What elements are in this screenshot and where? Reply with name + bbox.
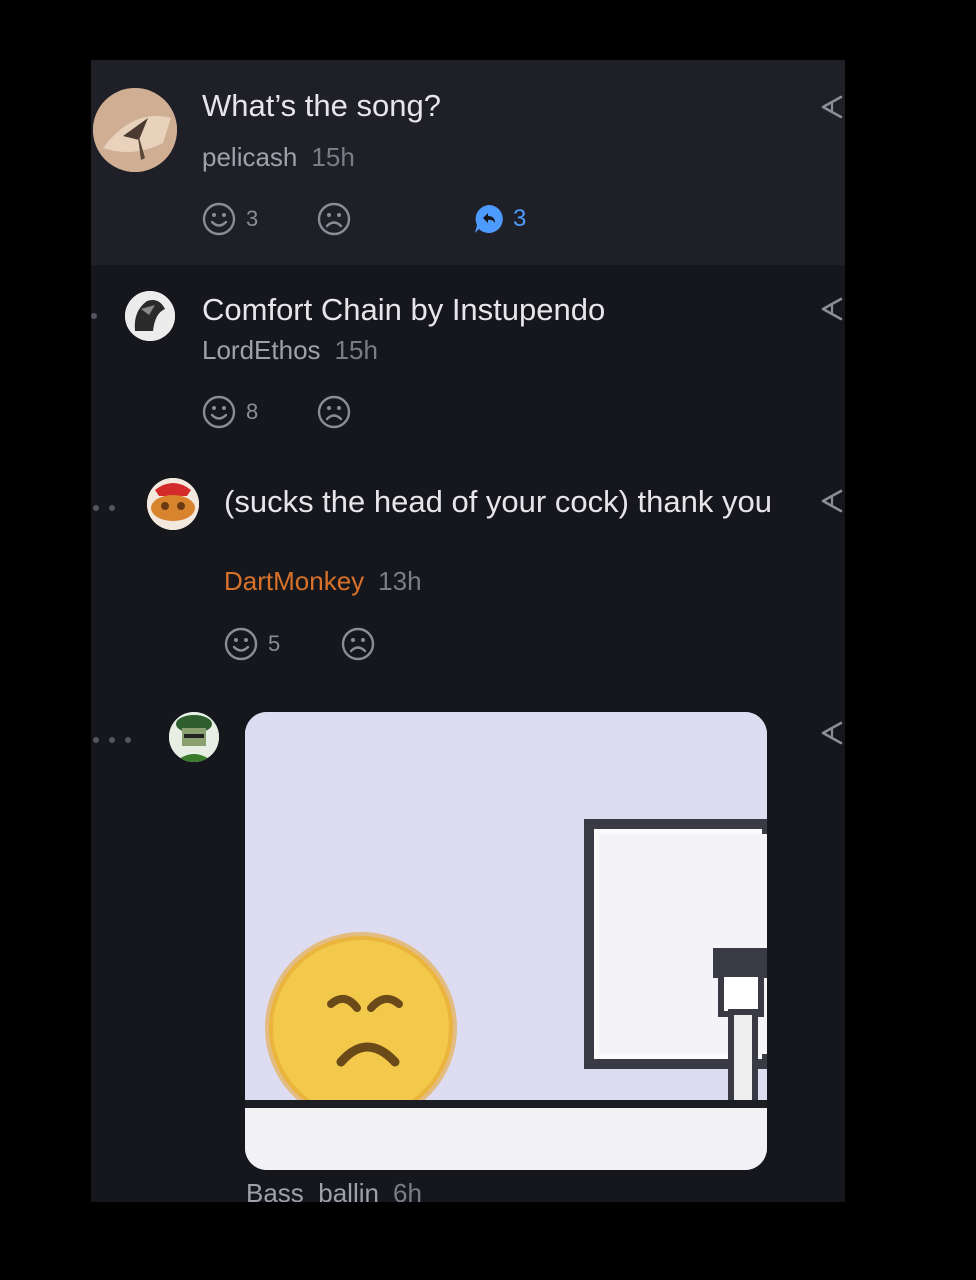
- frown-face-icon: [341, 627, 375, 661]
- avatar-lordethos[interactable]: [125, 291, 175, 341]
- comment-meta: pelicash 15h: [202, 142, 355, 173]
- share-icon[interactable]: [819, 94, 845, 120]
- avatar-bass-ballin[interactable]: [169, 712, 219, 762]
- comment-meta: Bass_ballin 6h: [246, 1178, 422, 1202]
- avatar-pelicash[interactable]: [93, 88, 177, 172]
- comment-author[interactable]: pelicash: [202, 142, 297, 172]
- smile-face-icon: [224, 627, 258, 661]
- comment-time: 6h: [392, 1178, 422, 1202]
- like-button[interactable]: 3: [202, 202, 258, 236]
- share-icon[interactable]: [819, 488, 845, 514]
- smile-face-icon: [202, 395, 236, 429]
- reply-count: 3: [513, 205, 527, 232]
- comment-author[interactable]: Bass_ballin: [246, 1178, 379, 1202]
- thread-depth-indicator: [93, 737, 131, 743]
- dislike-button[interactable]: [317, 395, 351, 429]
- comment-text: Comfort Chain by Instupendo: [202, 292, 606, 327]
- share-icon[interactable]: [819, 720, 845, 746]
- meme-image[interactable]: [245, 712, 767, 1170]
- comment-meta: LordEthos 15h: [202, 335, 378, 366]
- replies-button[interactable]: 3: [473, 203, 526, 235]
- share-icon[interactable]: [819, 296, 845, 322]
- smile-face-icon: [202, 202, 236, 236]
- comment-author[interactable]: DartMonkey: [224, 566, 364, 596]
- comment-thread: What’s the song? pelicash 15h 3 3 Comfort…: [91, 60, 845, 1202]
- dislike-button[interactable]: [341, 627, 375, 661]
- like-button[interactable]: 5: [224, 627, 280, 661]
- thread-depth-indicator: [93, 505, 115, 511]
- comment-meta: DartMonkey 13h: [224, 566, 422, 597]
- comment-time: 13h: [378, 566, 422, 596]
- frown-face-icon: [317, 395, 351, 429]
- frowning-emoji-at-computer-meme: [245, 712, 767, 1170]
- comment-time: 15h: [311, 142, 355, 172]
- like-count: 8: [246, 399, 259, 424]
- comment-text: (sucks the head of your cock) thank you: [224, 484, 772, 519]
- like-button[interactable]: 8: [202, 395, 258, 429]
- reply-bubble-icon: [475, 205, 503, 233]
- frown-face-icon: [317, 202, 351, 236]
- comment-time: 15h: [334, 335, 378, 365]
- comment-author[interactable]: LordEthos: [202, 335, 321, 365]
- avatar-dartmonkey[interactable]: [147, 478, 199, 530]
- thread-depth-indicator: [91, 313, 97, 319]
- dislike-button[interactable]: [317, 202, 351, 236]
- like-count: 3: [246, 206, 259, 231]
- like-count: 5: [268, 631, 281, 656]
- comment-text: What’s the song?: [202, 88, 441, 123]
